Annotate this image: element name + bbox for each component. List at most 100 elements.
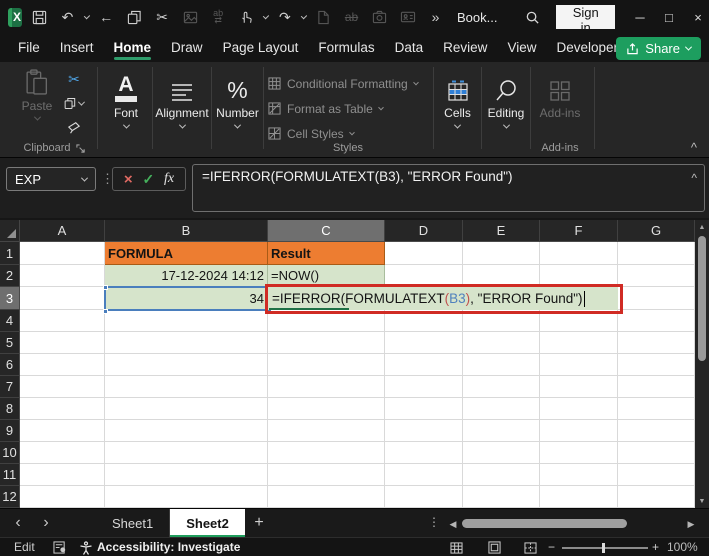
grid-cell[interactable]: [385, 310, 463, 332]
page-layout-view-icon[interactable]: [486, 540, 502, 555]
sheet-tab-sheet2[interactable]: Sheet2: [170, 509, 245, 538]
grid-cell[interactable]: [618, 376, 695, 398]
grid-cell[interactable]: [20, 486, 105, 508]
scroll-left-icon[interactable]: ◀: [446, 517, 460, 531]
grid-cell[interactable]: [385, 376, 463, 398]
grid-cell[interactable]: [20, 332, 105, 354]
grid-cell[interactable]: [20, 354, 105, 376]
grid-cell[interactable]: [463, 265, 540, 287]
grid-cell[interactable]: [105, 376, 268, 398]
vertical-scrollbar[interactable]: ▲ ▼: [695, 220, 709, 508]
grid-cell[interactable]: [385, 265, 463, 287]
row-header-9[interactable]: 9: [0, 420, 20, 442]
paste-button[interactable]: Paste: [14, 69, 60, 121]
zoom-slider[interactable]: [562, 547, 648, 549]
grid-cell[interactable]: [105, 332, 268, 354]
row-header-2[interactable]: 2: [0, 265, 20, 287]
scroll-right-icon[interactable]: ▶: [684, 517, 698, 531]
cancel-icon[interactable]: ×: [124, 171, 133, 188]
expand-formula-bar-icon[interactable]: ^: [691, 171, 697, 185]
menu-view[interactable]: View: [497, 35, 546, 62]
grid-cell[interactable]: [268, 310, 385, 332]
conditional-formatting-button[interactable]: Conditional Formatting: [268, 71, 430, 96]
grid-cell[interactable]: [268, 420, 385, 442]
formula-input[interactable]: =IFERROR(FORMULATEXT(B3), "ERROR Found")…: [192, 164, 705, 212]
row-header-1[interactable]: 1: [0, 242, 20, 265]
macro-recording-icon[interactable]: [52, 540, 68, 555]
grid-cell[interactable]: [105, 398, 268, 420]
cell-B2[interactable]: 17-12-2024 14:12: [105, 265, 268, 287]
grid-cell[interactable]: [385, 486, 463, 508]
grid-cell[interactable]: [618, 442, 695, 464]
grid-cell[interactable]: [618, 486, 695, 508]
grid-cell[interactable]: [268, 376, 385, 398]
normal-view-icon[interactable]: [448, 540, 464, 555]
cut-button[interactable]: ✂: [64, 71, 84, 88]
undo-icon[interactable]: ↶: [57, 6, 78, 28]
grid-cell[interactable]: [20, 242, 105, 265]
grid-cell[interactable]: [618, 242, 695, 265]
grid-cell[interactable]: [385, 398, 463, 420]
grid-cell[interactable]: [540, 376, 618, 398]
search-icon[interactable]: [522, 6, 543, 28]
grid-cell[interactable]: [540, 265, 618, 287]
row-header-11[interactable]: 11: [0, 464, 20, 486]
excel-logo-icon[interactable]: X: [8, 8, 22, 27]
grid-cell[interactable]: [105, 464, 268, 486]
grid-cell[interactable]: [268, 332, 385, 354]
grid-cell[interactable]: [540, 242, 618, 265]
cells-group-button[interactable]: Cells: [436, 70, 479, 129]
grid-cell[interactable]: [268, 354, 385, 376]
grid-cell[interactable]: [20, 310, 105, 332]
horizontal-scrollbar-thumb[interactable]: [462, 519, 627, 528]
format-as-table-button[interactable]: Format as Table: [268, 96, 430, 121]
accessibility-status[interactable]: Accessibility: Investigate: [97, 540, 240, 554]
grid-cell[interactable]: [268, 442, 385, 464]
enter-icon[interactable]: ✓: [142, 171, 154, 188]
cell-C2[interactable]: =NOW(): [268, 265, 385, 287]
grid-cell[interactable]: [20, 442, 105, 464]
collapse-ribbon-icon[interactable]: ^: [691, 140, 697, 155]
close-button[interactable]: ×: [687, 0, 709, 34]
cell-C1[interactable]: Result: [268, 242, 385, 265]
row-header-3[interactable]: 3: [0, 287, 20, 310]
column-header-F[interactable]: F: [540, 220, 618, 242]
grid-cell[interactable]: [463, 398, 540, 420]
editing-group-button[interactable]: Editing: [483, 70, 529, 129]
grid-cell[interactable]: [268, 486, 385, 508]
column-header-G[interactable]: G: [618, 220, 695, 242]
grid-cell[interactable]: [463, 310, 540, 332]
row-header-8[interactable]: 8: [0, 398, 20, 420]
copy-button[interactable]: [64, 95, 84, 112]
number-group-button[interactable]: % Number: [214, 70, 261, 129]
grid-cell[interactable]: [618, 398, 695, 420]
more-commands-icon[interactable]: »: [425, 6, 446, 28]
grid-cell[interactable]: [20, 464, 105, 486]
row-header-5[interactable]: 5: [0, 332, 20, 354]
grid-cell[interactable]: [540, 398, 618, 420]
cell-C3-editing[interactable]: =IFERROR(FORMULATEXT(B3), "ERROR Found"): [268, 287, 618, 310]
share-button[interactable]: Share: [616, 37, 701, 60]
back-arrow-icon[interactable]: ←: [96, 6, 117, 28]
grid-cell[interactable]: [20, 265, 105, 287]
zoom-level[interactable]: 100%: [667, 540, 698, 554]
zoom-out-icon[interactable]: −: [548, 540, 555, 554]
column-header-B[interactable]: B: [105, 220, 268, 242]
grid-cell[interactable]: [463, 464, 540, 486]
grid-cell[interactable]: [540, 464, 618, 486]
grid-cell[interactable]: [463, 242, 540, 265]
row-header-10[interactable]: 10: [0, 442, 20, 464]
redo-icon[interactable]: ↷: [274, 6, 295, 28]
grid-cell[interactable]: [618, 310, 695, 332]
grid-cell[interactable]: [618, 265, 695, 287]
zoom-in-icon[interactable]: +: [652, 540, 659, 554]
grid-cell[interactable]: [463, 442, 540, 464]
maximize-button[interactable]: □: [658, 0, 680, 34]
grid-cell[interactable]: [385, 420, 463, 442]
cell-B3[interactable]: 34: [105, 287, 268, 310]
grid-cell[interactable]: [385, 354, 463, 376]
row-header-6[interactable]: 6: [0, 354, 20, 376]
column-header-C[interactable]: C: [268, 220, 385, 242]
grid-cell[interactable]: [463, 486, 540, 508]
grid-cell[interactable]: [385, 464, 463, 486]
